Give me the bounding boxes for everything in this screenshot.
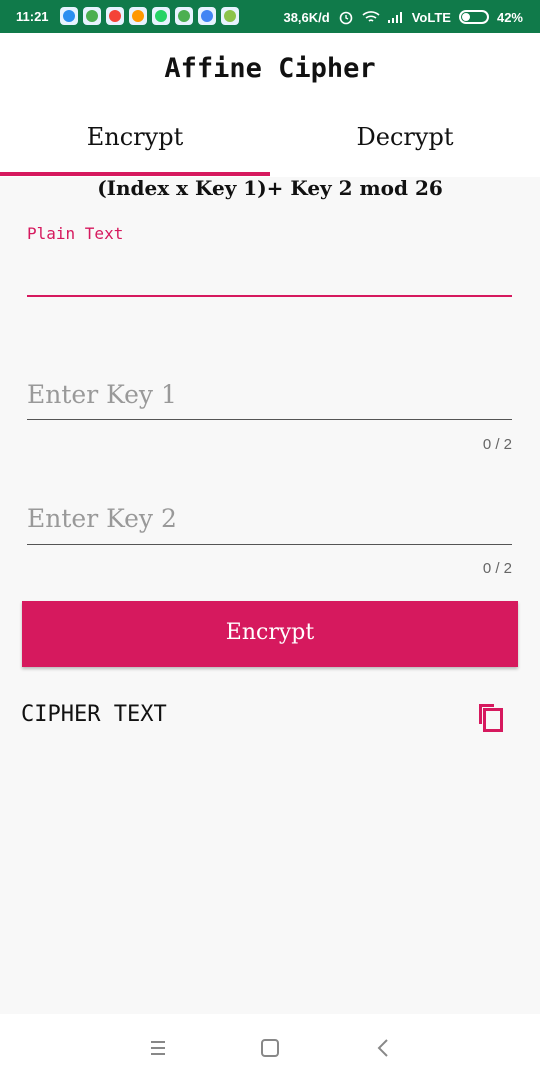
notification-app-icon bbox=[60, 7, 78, 25]
plain-text-input[interactable] bbox=[27, 250, 512, 295]
status-time: 11:21 bbox=[16, 9, 49, 24]
signal-icon bbox=[387, 12, 402, 23]
key1-underline bbox=[27, 419, 512, 420]
battery-level: 42% bbox=[496, 9, 523, 25]
tab-bar: Encrypt Decrypt bbox=[0, 103, 540, 177]
whatsapp-icon bbox=[152, 7, 170, 25]
key2-input[interactable]: Enter Key 2 bbox=[27, 504, 177, 533]
cipher-text-label: CIPHER TEXT bbox=[21, 702, 167, 727]
key1-input[interactable]: Enter Key 1 bbox=[27, 380, 177, 409]
notification-app-icon bbox=[129, 7, 147, 25]
plain-text-label: Plain Text bbox=[27, 224, 124, 243]
notification-app-icon bbox=[175, 7, 193, 25]
notification-app-icon bbox=[106, 7, 124, 25]
navigation-bar bbox=[0, 1014, 540, 1080]
encrypt-button[interactable]: Encrypt bbox=[22, 601, 518, 667]
status-bar: 11:21 38,6K/d VoLTE 42% bbox=[0, 0, 540, 33]
wifi-icon bbox=[362, 11, 380, 22]
copy-icon[interactable] bbox=[475, 702, 505, 732]
notification-app-icon bbox=[83, 7, 101, 25]
menu-icon[interactable] bbox=[146, 1036, 170, 1060]
app-bar: Affine Cipher bbox=[0, 33, 540, 103]
google-icon bbox=[198, 7, 216, 25]
battery-icon bbox=[458, 10, 489, 24]
tab-encrypt[interactable]: Encrypt bbox=[0, 103, 270, 177]
formula-text: (Index x Key 1)+ Key 2 mod 26 bbox=[97, 176, 443, 200]
notification-app-icon bbox=[221, 7, 239, 25]
status-right: 38,6K/d VoLTE 42% bbox=[283, 9, 523, 25]
key2-counter: 0 / 2 bbox=[482, 560, 512, 577]
home-icon[interactable] bbox=[258, 1036, 282, 1060]
notification-icons bbox=[60, 7, 239, 25]
key1-counter: 0 / 2 bbox=[482, 436, 512, 453]
plain-text-underline bbox=[27, 295, 512, 297]
network-speed: 38,6K/d bbox=[283, 9, 330, 25]
network-type: VoLTE bbox=[411, 9, 451, 25]
tab-decrypt[interactable]: Decrypt bbox=[270, 103, 540, 177]
back-icon[interactable] bbox=[372, 1036, 396, 1060]
app-title: Affine Cipher bbox=[164, 53, 376, 84]
key2-underline bbox=[27, 544, 512, 545]
alarm-icon bbox=[339, 11, 353, 25]
